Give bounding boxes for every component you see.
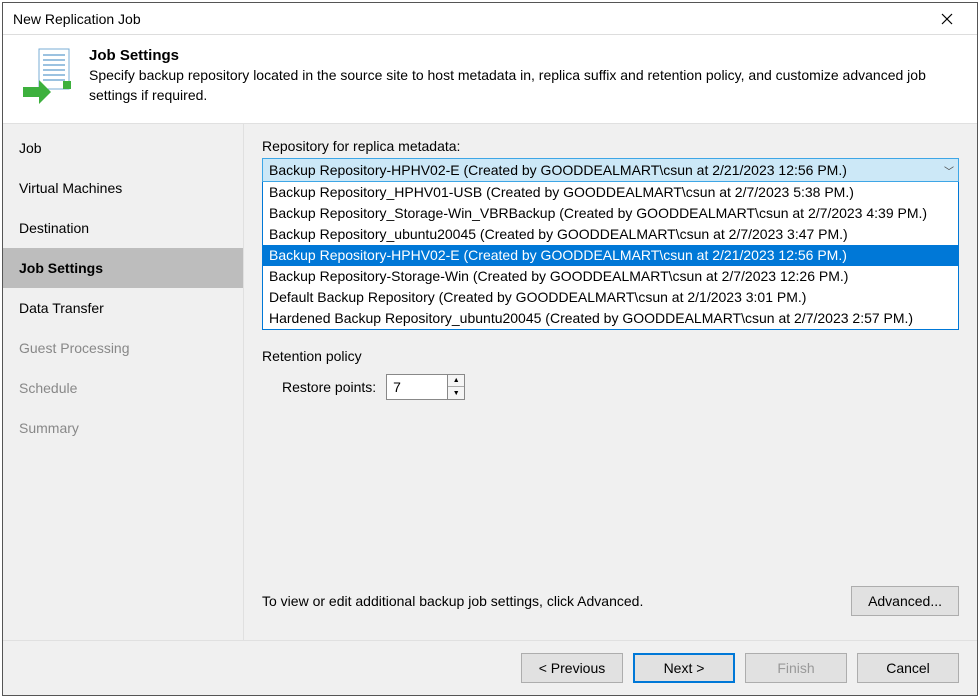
restore-points-input[interactable] bbox=[387, 375, 447, 399]
sidebar-item-summary: Summary bbox=[3, 408, 243, 448]
next-button[interactable]: Next > bbox=[633, 653, 735, 683]
titlebar: New Replication Job bbox=[3, 3, 977, 35]
button-bar: < Previous Next > Finish Cancel bbox=[3, 640, 977, 695]
restore-points-label: Restore points: bbox=[282, 379, 376, 395]
sidebar-item-guest-processing: Guest Processing bbox=[3, 328, 243, 368]
repo-option[interactable]: Backup Repository_Storage-Win_VBRBackup … bbox=[263, 203, 958, 224]
close-button[interactable] bbox=[927, 4, 967, 34]
page-description: Specify backup repository located in the… bbox=[89, 66, 957, 105]
page-title: Job Settings bbox=[89, 47, 957, 64]
repo-option-selected[interactable]: Backup Repository-HPHV02-E (Created by G… bbox=[263, 245, 958, 266]
main-area: Job Virtual Machines Destination Job Set… bbox=[3, 123, 977, 640]
header-text: Job Settings Specify backup repository l… bbox=[89, 47, 957, 105]
retention-label: Retention policy bbox=[262, 348, 959, 364]
sidebar-item-destination[interactable]: Destination bbox=[3, 208, 243, 248]
content-panel: Repository for replica metadata: Backup … bbox=[244, 124, 977, 640]
sidebar-item-data-transfer[interactable]: Data Transfer bbox=[3, 288, 243, 328]
chevron-down-icon: ﹀ bbox=[944, 163, 954, 178]
restore-points-spinner[interactable]: ▲ ▼ bbox=[386, 374, 465, 400]
sidebar-item-schedule: Schedule bbox=[3, 368, 243, 408]
repo-selected-text: Backup Repository-HPHV02-E (Created by G… bbox=[269, 162, 847, 178]
retention-row: Restore points: ▲ ▼ bbox=[262, 374, 959, 400]
repo-dropdown-list[interactable]: Backup Repository_HPHV01-USB (Created by… bbox=[262, 182, 959, 330]
repo-option[interactable]: Default Backup Repository (Created by GO… bbox=[263, 287, 958, 308]
cancel-button[interactable]: Cancel bbox=[857, 653, 959, 683]
previous-button[interactable]: < Previous bbox=[521, 653, 623, 683]
window-title: New Replication Job bbox=[13, 11, 141, 27]
spinner-down-button[interactable]: ▼ bbox=[448, 387, 464, 399]
wizard-window: New Replication Job Job Settings bbox=[2, 2, 978, 696]
repo-option[interactable]: Hardened Backup Repository_ubuntu20045 (… bbox=[263, 308, 958, 329]
wizard-icon bbox=[21, 47, 73, 107]
advanced-button[interactable]: Advanced... bbox=[851, 586, 959, 616]
close-icon bbox=[941, 13, 953, 25]
header-section: Job Settings Specify backup repository l… bbox=[3, 35, 977, 123]
repo-option[interactable]: Backup Repository_HPHV01-USB (Created by… bbox=[263, 182, 958, 203]
advanced-hint-text: To view or edit additional backup job se… bbox=[262, 593, 643, 609]
spinner-up-button[interactable]: ▲ bbox=[448, 375, 464, 387]
sidebar-item-virtual-machines[interactable]: Virtual Machines bbox=[3, 168, 243, 208]
repo-label: Repository for replica metadata: bbox=[262, 138, 959, 154]
repo-option[interactable]: Backup Repository-Storage-Win (Created b… bbox=[263, 266, 958, 287]
finish-button: Finish bbox=[745, 653, 847, 683]
repo-option[interactable]: Backup Repository_ubuntu20045 (Created b… bbox=[263, 224, 958, 245]
sidebar-item-job[interactable]: Job bbox=[3, 128, 243, 168]
sidebar: Job Virtual Machines Destination Job Set… bbox=[3, 124, 244, 640]
sidebar-item-job-settings[interactable]: Job Settings bbox=[3, 248, 243, 288]
repo-combobox[interactable]: Backup Repository-HPHV02-E (Created by G… bbox=[262, 158, 959, 182]
advanced-row: To view or edit additional backup job se… bbox=[262, 586, 959, 628]
